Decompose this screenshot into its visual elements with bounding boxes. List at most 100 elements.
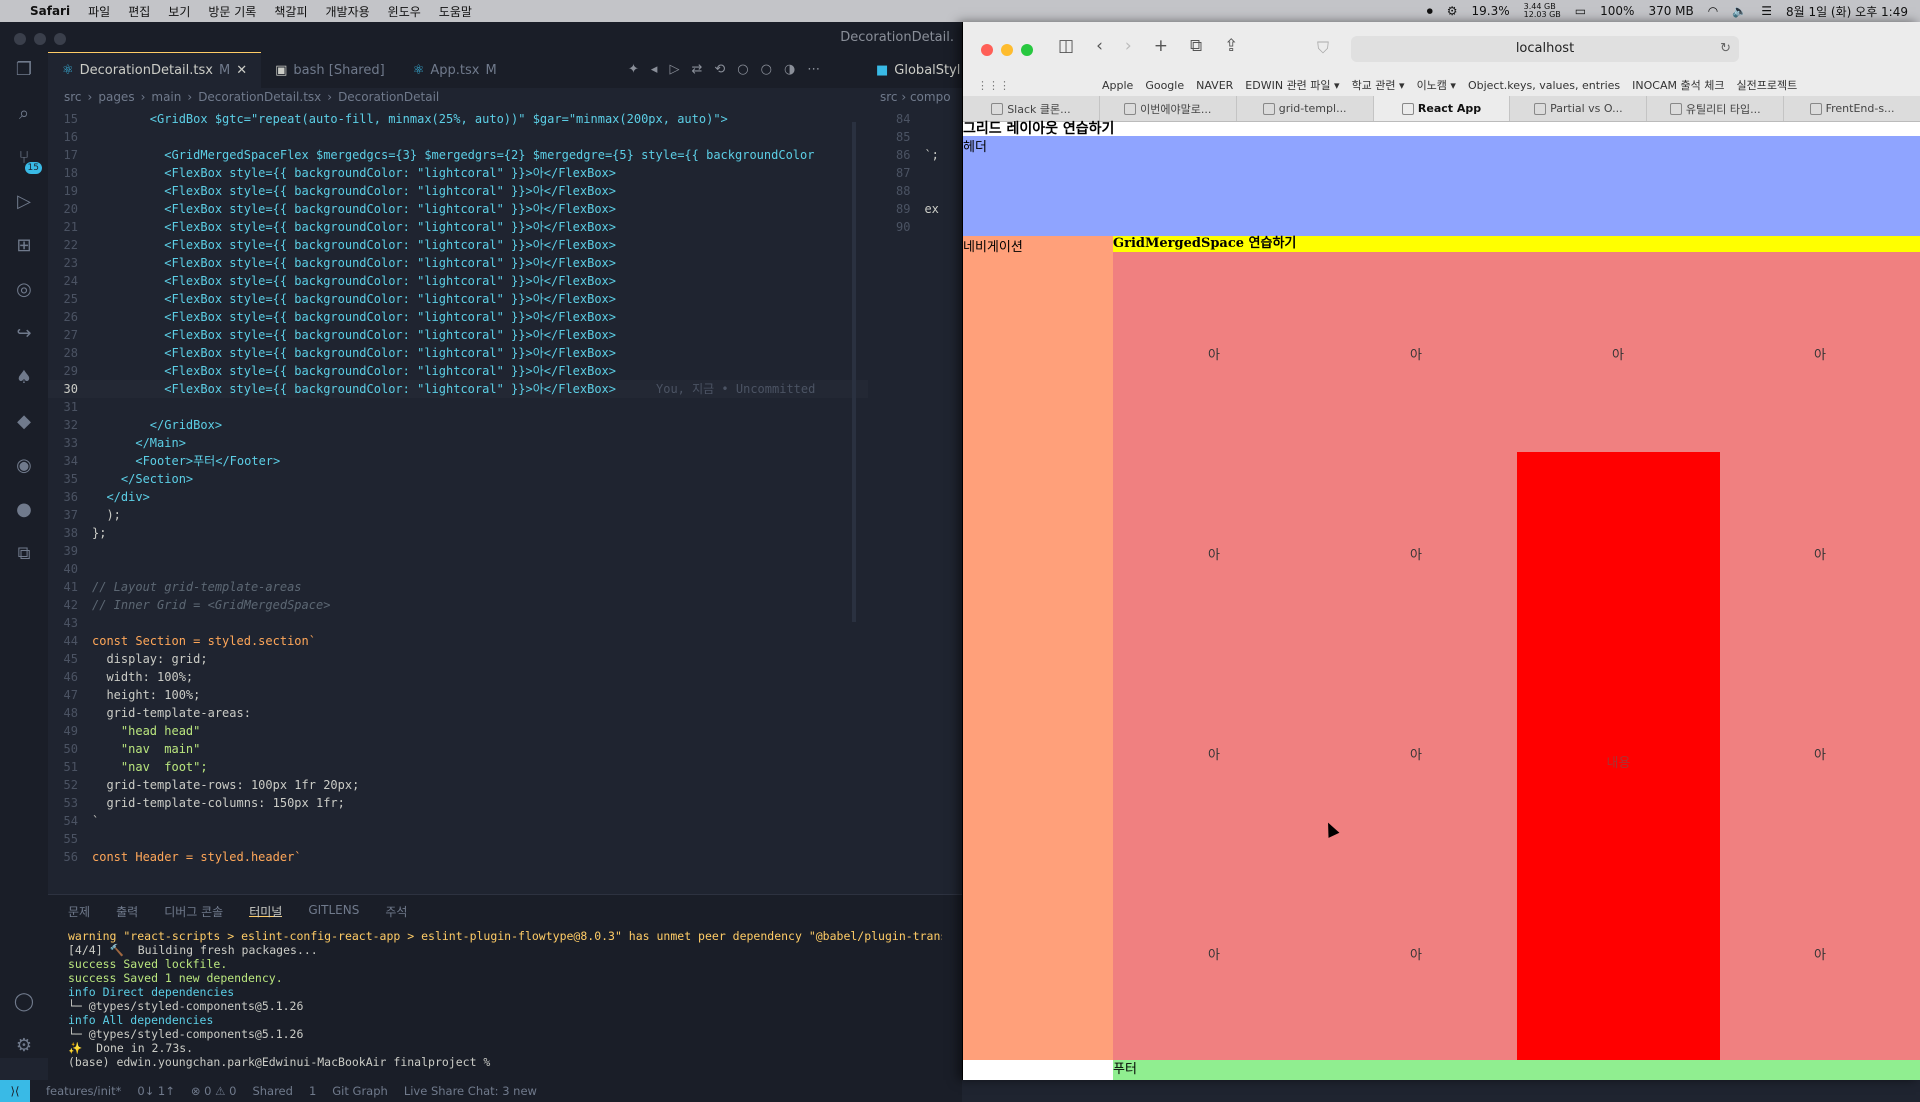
terminal-output[interactable]: warning "react-scripts > eslint-config-r…	[48, 925, 962, 1073]
code-line[interactable]: 89 ex	[866, 200, 962, 218]
code-line[interactable]: 50 "nav main"	[48, 740, 868, 758]
close-button[interactable]	[981, 44, 993, 56]
code-line[interactable]: 20 <FlexBox style={{ backgroundColor: "l…	[48, 200, 868, 218]
browser-tab[interactable]: FrentEnd-s...	[1784, 96, 1920, 121]
menu-app-name[interactable]: Safari	[30, 4, 70, 18]
favorite-item[interactable]: Object.keys, values, entries	[1468, 79, 1620, 92]
code-line[interactable]: 40	[48, 560, 868, 578]
menu-history[interactable]: 방문 기록	[208, 3, 256, 20]
remote-indicator-icon[interactable]: ⟩⟨	[0, 1080, 30, 1102]
address-bar[interactable]: localhost ↻	[1351, 36, 1739, 62]
favorite-item[interactable]: Google	[1145, 79, 1184, 92]
volume-icon[interactable]: 🔈	[1732, 4, 1747, 18]
status-branch[interactable]: features/init*	[46, 1084, 121, 1098]
share-icon[interactable]: ⇪	[1224, 36, 1238, 56]
code-line[interactable]: 90	[866, 218, 962, 236]
code-line[interactable]: 27 <FlexBox style={{ backgroundColor: "l…	[48, 326, 868, 344]
explorer-icon[interactable]: ❐	[12, 58, 36, 82]
compare-icon[interactable]: ⇄	[691, 62, 702, 77]
code-line[interactable]: 29 <FlexBox style={{ backgroundColor: "l…	[48, 362, 868, 380]
code-line[interactable]: 22 <FlexBox style={{ backgroundColor: "l…	[48, 236, 868, 254]
code-line[interactable]: 37 );	[48, 506, 868, 524]
search-icon[interactable]: ⌕	[12, 102, 36, 126]
tab-decoration-detail[interactable]: ⚛ DecorationDetail.tsx M ✕	[48, 52, 262, 88]
code-line[interactable]: 19 <FlexBox style={{ backgroundColor: "l…	[48, 182, 868, 200]
cpu-icon[interactable]: ⚙	[1447, 4, 1458, 18]
timeline-icon[interactable]: ◑	[784, 62, 795, 77]
panel-tab-terminal[interactable]: 터미널	[249, 903, 283, 919]
battery-icon[interactable]: ▭	[1575, 4, 1586, 18]
privacy-shield-icon[interactable]: ⛉	[1317, 38, 1329, 58]
code-line[interactable]: 42 // Inner Grid = <GridMergedSpace>	[48, 596, 868, 614]
code-editor[interactable]: 15 <GridBox $gtc="repeat(auto-fill, minm…	[48, 110, 868, 890]
run-icon[interactable]: ▷	[669, 62, 679, 77]
minimize-button[interactable]	[34, 33, 46, 45]
code-line[interactable]: 26 <FlexBox style={{ backgroundColor: "l…	[48, 308, 868, 326]
breadcrumb-item[interactable]: DecorationDetail	[338, 90, 439, 104]
status-shared[interactable]: Shared	[252, 1084, 293, 1098]
code-line[interactable]: 86 `;	[866, 146, 962, 164]
code-line[interactable]: 24 <FlexBox style={{ backgroundColor: "l…	[48, 272, 868, 290]
code-line[interactable]: 21 <FlexBox style={{ backgroundColor: "l…	[48, 218, 868, 236]
browser-tab[interactable]: Slack 클론...	[963, 96, 1100, 121]
menubar-datetime[interactable]: 8월 1일 (화) 오후 1:49	[1786, 3, 1908, 20]
code-line[interactable]: 44 const Section = styled.section`	[48, 632, 868, 650]
code-line[interactable]: 56 const Header = styled.header`	[48, 848, 868, 866]
menu-help[interactable]: 도움말	[439, 3, 472, 20]
zoom-button[interactable]	[1021, 44, 1033, 56]
next-change-icon[interactable]: ○	[761, 62, 772, 77]
run-debug-icon[interactable]: ▷	[12, 190, 36, 214]
memory-stats[interactable]: 3.44 GB 12.03 GB	[1524, 3, 1561, 19]
code-line[interactable]: 33 </Main>	[48, 434, 868, 452]
menu-view[interactable]: 보기	[168, 3, 190, 20]
favorite-item[interactable]: 실전프로젝트	[1736, 77, 1797, 93]
revert-icon[interactable]: ⟲	[714, 62, 725, 77]
code-line[interactable]: 34 <Footer>푸터</Footer>	[48, 452, 868, 470]
status-live-share[interactable]: Live Share Chat: 3 new	[404, 1084, 537, 1098]
panel-tab-output[interactable]: 출력	[116, 903, 138, 919]
menu-window[interactable]: 윈도우	[388, 3, 421, 20]
code-line[interactable]: 18 <FlexBox style={{ backgroundColor: "l…	[48, 164, 868, 182]
browser-tab[interactable]: grid-templ...	[1237, 96, 1374, 121]
tab-overview-icon[interactable]: ⧉	[1190, 36, 1202, 56]
favorites-grid-icon[interactable]: ⋮⋮⋮	[977, 79, 1010, 92]
code-line[interactable]: 43	[48, 614, 868, 632]
account-icon[interactable]: ◯	[12, 990, 36, 1014]
tab-global-style[interactable]: ■ GlobalStyl	[866, 52, 962, 88]
tab-bash-shared[interactable]: ▣ bash [Shared]	[261, 52, 399, 88]
ram-usage[interactable]: 370 MB	[1648, 4, 1693, 18]
favorite-item[interactable]: INOCAM 출석 체크	[1632, 77, 1724, 93]
mongodb-icon[interactable]: ♠	[12, 366, 36, 390]
right-code-editor[interactable]: 84 85 86 `; 87 88 89 ex 90	[866, 110, 962, 310]
breadcrumb-item[interactable]: main	[151, 90, 181, 104]
code-line[interactable]: 52 grid-template-rows: 100px 1fr 20px;	[48, 776, 868, 794]
forward-icon[interactable]: ›	[1125, 36, 1132, 56]
python-icon[interactable]: ◆	[12, 410, 36, 434]
menu-bookmarks[interactable]: 책갈피	[274, 3, 307, 20]
new-tab-icon[interactable]: +	[1154, 36, 1168, 56]
code-line[interactable]: 17 <GridMergedSpaceFlex $mergedgcs={3} $…	[48, 146, 868, 164]
panel-tab-problems[interactable]: 문제	[68, 903, 90, 919]
menu-file[interactable]: 파일	[88, 3, 110, 20]
breadcrumb-item[interactable]: DecorationDetail.tsx	[198, 90, 321, 104]
right-breadcrumb[interactable]: src › compo	[880, 90, 951, 104]
code-line[interactable]: 25 <FlexBox style={{ backgroundColor: "l…	[48, 290, 868, 308]
more-actions-icon[interactable]: ⋯	[807, 62, 820, 77]
back-icon[interactable]: ‹	[1096, 36, 1103, 56]
favorite-item[interactable]: 학교 관련 ▾	[1352, 77, 1405, 93]
broadcast-icon[interactable]: ◂	[651, 62, 658, 77]
minimize-button[interactable]	[1001, 44, 1013, 56]
code-line[interactable]: 47 height: 100%;	[48, 686, 868, 704]
remote-explorer-icon[interactable]: ◎	[12, 278, 36, 302]
code-line[interactable]: 87	[866, 164, 962, 182]
code-line[interactable]: 85	[866, 128, 962, 146]
prev-change-icon[interactable]: ○	[737, 62, 748, 77]
favorite-item[interactable]: NAVER	[1196, 79, 1233, 92]
tab-app-tsx[interactable]: ⚛ App.tsx M	[399, 52, 511, 88]
code-line[interactable]: 23 <FlexBox style={{ backgroundColor: "l…	[48, 254, 868, 272]
github-icon[interactable]: ●	[12, 498, 36, 522]
breadcrumb-item[interactable]: src	[64, 90, 82, 104]
source-control-icon[interactable]: ⑂ 15	[12, 146, 42, 174]
live-share-icon[interactable]: ↪	[12, 322, 36, 346]
control-center-icon[interactable]: ☰	[1761, 4, 1772, 18]
